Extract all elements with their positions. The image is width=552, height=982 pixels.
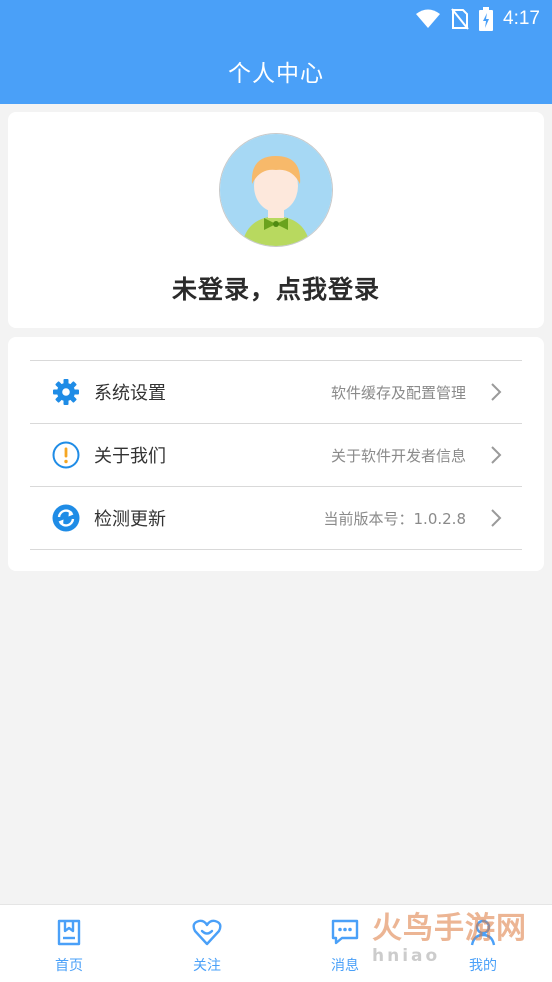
menu-item-system-settings[interactable]: 系统设置 软件缓存及配置管理 xyxy=(30,361,522,424)
status-bar: 4:17 xyxy=(0,0,552,38)
profile-card[interactable]: 未登录，点我登录 xyxy=(8,112,544,328)
menu-desc: 当前版本号：1.0.2.8 xyxy=(323,509,466,528)
chevron-right-icon xyxy=(491,446,502,464)
message-icon xyxy=(331,919,359,945)
nav-label: 关注 xyxy=(193,958,221,974)
nav-label: 首页 xyxy=(55,958,83,974)
nav-label: 消息 xyxy=(331,958,359,974)
app-bar: 个人中心 xyxy=(0,38,552,104)
refresh-icon xyxy=(52,504,80,532)
login-prompt[interactable]: 未登录，点我登录 xyxy=(8,270,544,306)
nav-item-home[interactable]: 首页 xyxy=(24,905,114,982)
menu-desc: 关于软件开发者信息 xyxy=(330,446,466,465)
page-title: 个人中心 xyxy=(228,61,324,87)
menu-label: 关于我们 xyxy=(94,446,166,467)
menu-item-about-us[interactable]: 关于我们 关于软件开发者信息 xyxy=(30,424,522,487)
gear-icon xyxy=(53,379,79,405)
heart-icon xyxy=(192,919,222,946)
info-icon xyxy=(52,441,80,469)
status-icons: 4:17 xyxy=(415,6,540,32)
menu-desc: 软件缓存及配置管理 xyxy=(330,383,466,402)
nav-item-follow[interactable]: 关注 xyxy=(162,905,252,982)
bottom-nav: 首页 关注 消息 我的 xyxy=(0,904,552,982)
nav-item-messages[interactable]: 消息 xyxy=(300,905,390,982)
wifi-icon xyxy=(416,9,441,28)
menu-label: 系统设置 xyxy=(94,383,166,404)
home-icon xyxy=(57,919,81,946)
battery-charging-icon xyxy=(479,7,494,31)
settings-menu-list: 系统设置 软件缓存及配置管理 关于我们 关于软件开发者信息 检测更新 当前版本号… xyxy=(30,360,522,550)
avatar-icon[interactable] xyxy=(220,134,332,246)
profile-icon xyxy=(470,919,496,946)
menu-label: 检测更新 xyxy=(94,509,166,530)
no-sim-icon xyxy=(451,8,469,30)
settings-menu-card: 系统设置 软件缓存及配置管理 关于我们 关于软件开发者信息 检测更新 当前版本号… xyxy=(8,337,544,571)
chevron-right-icon xyxy=(491,509,502,527)
status-time: 4:17 xyxy=(503,8,540,29)
chevron-right-icon xyxy=(491,383,502,401)
nav-item-mine[interactable]: 我的 xyxy=(438,905,528,982)
nav-label: 我的 xyxy=(469,958,497,974)
menu-item-check-update[interactable]: 检测更新 当前版本号：1.0.2.8 xyxy=(30,487,522,550)
